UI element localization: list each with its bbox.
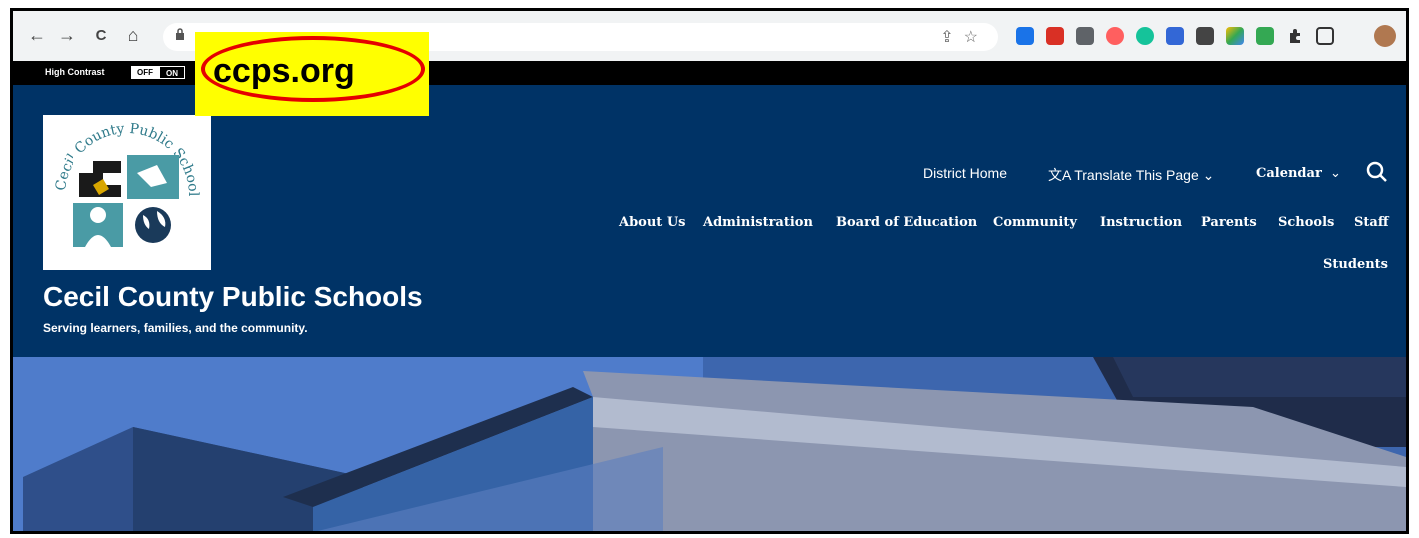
url-callout-text: ccps.org (213, 52, 355, 90)
nav-students[interactable]: Students (1323, 257, 1388, 272)
back-button[interactable]: ← (25, 23, 49, 47)
extension-icon[interactable] (1226, 27, 1244, 45)
nav-board-of-education[interactable]: Board of Education (836, 215, 977, 230)
share-icon[interactable]: ⇪ (940, 29, 963, 46)
side-panel-icon[interactable] (1316, 27, 1334, 45)
extension-icon[interactable] (1136, 27, 1154, 45)
search-icon[interactable] (1366, 161, 1388, 183)
high-contrast-toggle[interactable]: OFF ON (131, 66, 195, 79)
extension-icon[interactable] (1166, 27, 1184, 45)
extension-icon[interactable] (1076, 27, 1094, 45)
extension-icon[interactable] (1196, 27, 1214, 45)
site-tagline: Serving learners, families, and the comm… (43, 321, 308, 335)
chevron-down-icon: ⌄ (1326, 165, 1341, 180)
nav-staff[interactable]: Staff (1354, 215, 1389, 230)
nav-instruction[interactable]: Instruction (1100, 215, 1182, 230)
bookmark-star-icon[interactable]: ☆ (964, 29, 988, 46)
lock-icon (175, 28, 185, 43)
nav-administration[interactable]: Administration (703, 215, 813, 230)
nav-about-us[interactable]: About Us (619, 215, 686, 230)
chevron-down-icon: ⌄ (1202, 167, 1215, 183)
extension-icon[interactable] (1106, 27, 1124, 45)
profile-avatar[interactable] (1374, 25, 1396, 47)
high-contrast-label: High Contrast (45, 67, 105, 77)
toggle-off[interactable]: OFF (131, 66, 159, 79)
extensions-puzzle-icon[interactable] (1286, 27, 1304, 45)
reload-button[interactable]: C (89, 23, 113, 47)
extension-icon[interactable] (1016, 27, 1034, 45)
site-title[interactable]: Cecil County Public Schools (43, 281, 423, 313)
forward-button[interactable]: → (55, 23, 79, 47)
translate-dropdown[interactable]: 文A Translate This Page ⌄ (1048, 165, 1214, 185)
home-button[interactable]: ⌂ (121, 23, 145, 47)
nav-schools[interactable]: Schools (1278, 215, 1334, 230)
translate-icon: 文A (1048, 167, 1071, 183)
district-logo[interactable]: Cecil County Public Schools (39, 103, 211, 270)
nav-community[interactable]: Community (993, 215, 1077, 230)
screenshot-frame: ← → C ⌂ ⇪☆ High Contrast OFF ON Cecil Co… (10, 8, 1409, 534)
nav-parents[interactable]: Parents (1201, 215, 1257, 230)
hero-image (13, 357, 1406, 531)
address-actions: ⇪☆ (940, 27, 988, 47)
calendar-dropdown[interactable]: Calendar ⌄ (1256, 165, 1341, 181)
calendar-label: Calendar (1256, 166, 1322, 181)
extension-icon[interactable] (1046, 27, 1064, 45)
district-home-link[interactable]: District Home (923, 165, 1007, 181)
toggle-on[interactable]: ON (159, 66, 185, 79)
translate-label: Translate This Page (1074, 167, 1199, 183)
extension-icon[interactable] (1256, 27, 1274, 45)
site-header: Cecil County Public Schools Cecil County… (13, 85, 1406, 357)
